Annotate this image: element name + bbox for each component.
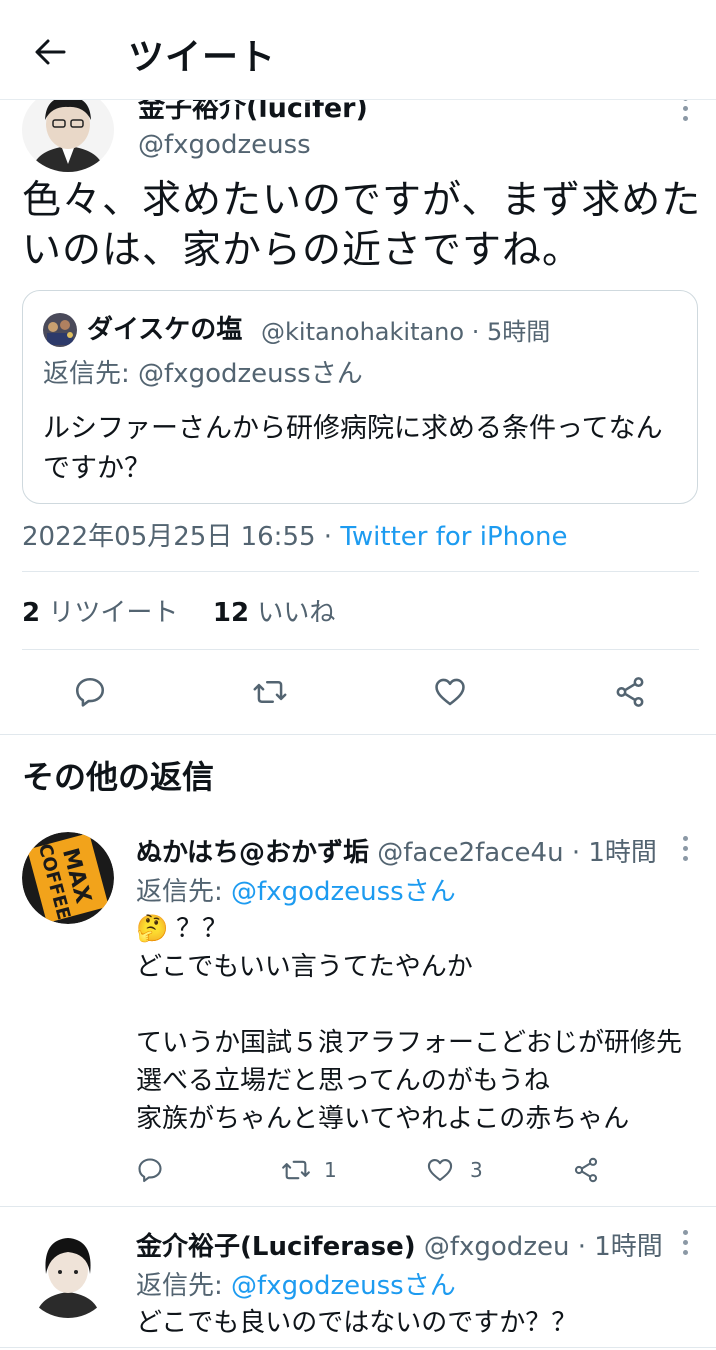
reply-prefix: 返信先: xyxy=(136,1271,232,1301)
reply-text: ？？ どこでもいい言うてたやんか ていうか国試５浪アラフォーこどおじが研修先選べ… xyxy=(136,914,683,1134)
client-link[interactable]: Twitter for iPhone xyxy=(340,522,567,552)
reply-handle-time: @face2face4u · 1時間 xyxy=(368,838,657,868)
reply-icon[interactable] xyxy=(134,1154,166,1186)
quote-handle-time: @kitanohakitano · 5時間 xyxy=(261,318,551,346)
like-icon[interactable] xyxy=(430,672,470,712)
tweet-timestamp: 2022年05月25日 16:55 · Twitter for iPhone xyxy=(22,516,568,553)
reply-to: 返信先: @fxgodzeussさん xyxy=(136,1265,456,1302)
like-count: 3 xyxy=(470,1158,483,1182)
top-bar: ツイート xyxy=(0,0,716,100)
retweet-label: リツイート xyxy=(40,598,179,628)
quoted-tweet[interactable]: ダイスケの塩 @kitanohakitano · 5時間 返信先: @fxgod… xyxy=(22,290,698,504)
divider xyxy=(0,734,716,735)
reply-author-name[interactable]: 金介裕子(Luciferase) xyxy=(136,1232,416,1262)
reply-avatar[interactable] xyxy=(22,1226,114,1318)
reply-prefix: 返信先: xyxy=(43,359,139,389)
reply-author-name[interactable]: ぬかはち@おかず垢 xyxy=(136,838,369,868)
reply-mention[interactable]: @fxgodzeussさん xyxy=(231,1271,456,1301)
author-handle[interactable]: @fxgodzeuss xyxy=(138,130,311,160)
divider xyxy=(0,1347,716,1348)
quote-text: ルシファーさんから研修病院に求める条件ってなんですか？ xyxy=(43,413,663,484)
retweet-icon[interactable] xyxy=(278,1154,314,1186)
tweet-stats: 2 リツイート 12 いいね xyxy=(22,592,335,629)
reply-header[interactable]: 金介裕子(Luciferase) @fxgodzeu · 1時間 xyxy=(136,1226,663,1263)
like-icon[interactable] xyxy=(424,1154,456,1186)
reply-text: どこでも良いのではないのですか？？ xyxy=(136,1308,578,1338)
page-title: ツイート xyxy=(128,37,277,78)
like-stat[interactable]: 12 いいね xyxy=(213,598,335,628)
share-icon[interactable] xyxy=(570,1154,602,1186)
quote-reply-to: 返信先: @fxgodzeussさん xyxy=(43,353,363,390)
divider xyxy=(22,571,699,572)
author-avatar[interactable] xyxy=(22,88,114,172)
reply-to: 返信先: @fxgodzeussさん xyxy=(136,871,456,908)
reply-handle-time: @fxgodzeu · 1時間 xyxy=(415,1232,663,1262)
divider xyxy=(0,1206,716,1207)
retweet-icon[interactable] xyxy=(250,672,290,712)
reply-icon[interactable] xyxy=(70,672,110,712)
retweet-count: 1 xyxy=(324,1158,337,1182)
share-icon[interactable] xyxy=(610,672,650,712)
more-options-icon[interactable] xyxy=(680,1230,690,1255)
timestamp-text: 2022年05月25日 16:55 · xyxy=(22,522,341,552)
tweet-text: 色々、求めたいのですが、まず求めたいのは、家からの近さですね。 xyxy=(22,178,702,273)
retweet-stat[interactable]: 2 リツイート xyxy=(22,598,178,628)
reply-prefix: 返信先: xyxy=(136,877,232,907)
quote-author-name: ダイスケの塩 xyxy=(87,315,243,345)
reply-mention: @fxgodzeussさん xyxy=(138,359,363,389)
more-options-icon[interactable] xyxy=(680,836,690,861)
reply-header[interactable]: ぬかはち@おかず垢 @face2face4u · 1時間 xyxy=(136,832,657,869)
other-replies-heading: その他の返信 xyxy=(22,758,215,796)
quote-avatar xyxy=(43,313,77,347)
reply-avatar[interactable]: MAX COFFEE xyxy=(22,832,114,924)
back-button[interactable] xyxy=(28,30,72,74)
retweet-count: 2 xyxy=(22,598,41,628)
like-count: 12 xyxy=(212,598,250,628)
divider xyxy=(22,649,699,650)
arrow-left-icon xyxy=(35,39,66,65)
like-label: いいね xyxy=(249,598,336,628)
reply-mention[interactable]: @fxgodzeussさん xyxy=(231,877,456,907)
